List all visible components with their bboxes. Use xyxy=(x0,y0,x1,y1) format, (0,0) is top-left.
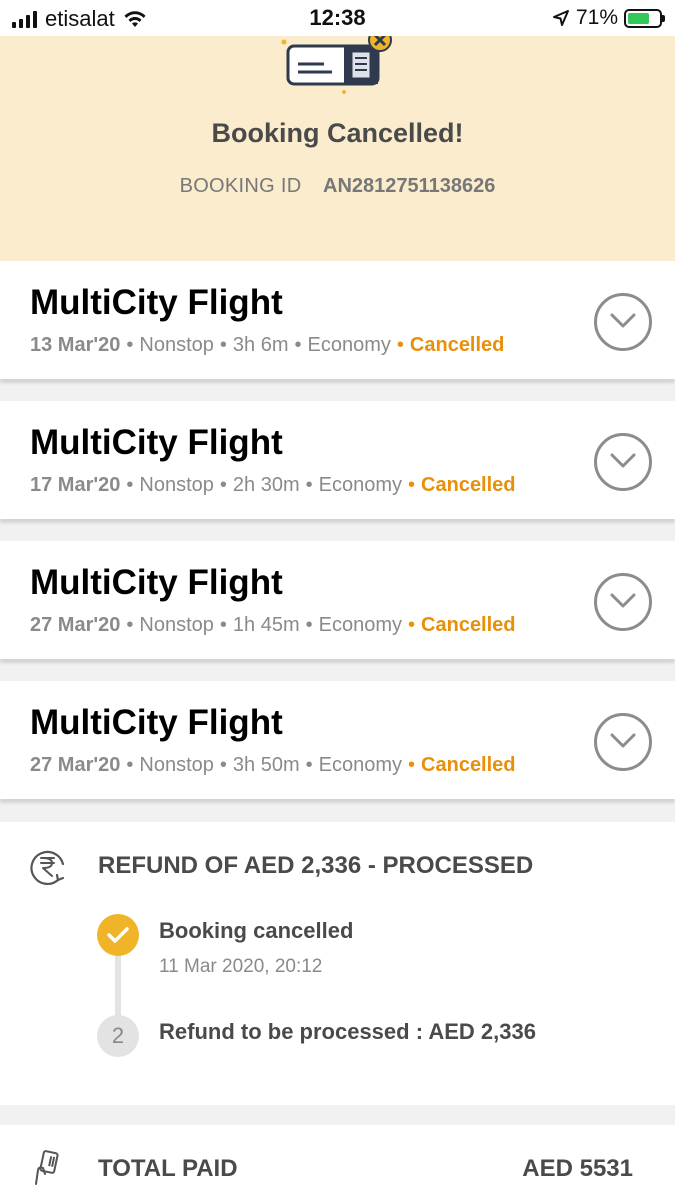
flight-title: MultiCity Flight xyxy=(30,563,283,602)
flight-details: 13 Mar'20 • Nonstop • 3h 6m • Economy • Cancelle… xyxy=(30,334,505,356)
flight-duration: 2h 30m xyxy=(232,474,300,496)
flight-duration: 1h 45m xyxy=(232,614,300,636)
flight-stops: Nonstop xyxy=(139,474,214,496)
refund-title: REFUND OF AED 2,336 - PROCESSED xyxy=(98,852,534,879)
expand-button[interactable] xyxy=(594,433,652,491)
chevron-down-icon xyxy=(610,313,636,328)
flight-details: 27 Mar'20 • Nonstop • 3h 50m • Economy • Cancell… xyxy=(30,754,516,776)
flight-details: 17 Mar'20 • Nonstop • 2h 30m • Economy • Cancell… xyxy=(30,474,516,496)
checkmark-icon xyxy=(107,927,129,943)
refund-section: REFUND OF AED 2,336 - PROCESSED Booking … xyxy=(0,822,675,1105)
expand-button[interactable] xyxy=(594,293,652,351)
step-number-indicator: 2 xyxy=(97,1015,139,1057)
flight-status-badge: Cancelled xyxy=(421,614,516,636)
flight-title: MultiCity Flight xyxy=(30,423,283,462)
expand-button[interactable] xyxy=(594,713,652,771)
flight-cabin: Economy xyxy=(307,334,391,356)
booking-id-label: BOOKING ID xyxy=(179,175,302,197)
total-paid-label: TOTAL PAID xyxy=(98,1155,238,1182)
flight-date: 13 Mar'20 xyxy=(30,334,121,356)
flight-title: MultiCity Flight xyxy=(30,703,283,742)
flight-details: 27 Mar'20 • Nonstop • 1h 45m • Economy • Cancell… xyxy=(30,614,516,636)
flight-card[interactable]: MultiCity Flight 17 Mar'20 • Nonstop • 2h 30… xyxy=(0,401,675,519)
status-bar: etisalat 12:38 71% xyxy=(0,0,675,36)
page-title: Booking Cancelled! xyxy=(211,118,464,148)
battery-percent: 71% xyxy=(575,6,618,29)
booking-id-row: BOOKING ID AN2812751138626 xyxy=(0,175,675,198)
flight-card[interactable]: MultiCity Flight 27 Mar'20 • Nonstop • 3h 50… xyxy=(0,681,675,799)
flight-status-badge: Cancelled xyxy=(421,474,516,496)
location-arrow-icon xyxy=(552,10,569,26)
flight-stops: Nonstop xyxy=(139,754,214,776)
status-right: 71% xyxy=(552,6,665,30)
chevron-down-icon xyxy=(610,453,636,468)
total-paid-row[interactable]: TOTAL PAID AED 5531 xyxy=(0,1125,675,1200)
timeline-connector xyxy=(115,954,121,1024)
flight-duration: 3h 6m xyxy=(232,334,289,356)
flight-cabin: Economy xyxy=(318,754,403,776)
total-paid-value: AED 5531 xyxy=(522,1155,633,1182)
flight-card[interactable]: MultiCity Flight 13 Mar'20 • Nonstop • 3h 6m… xyxy=(0,261,675,379)
step-label: Booking cancelled xyxy=(159,918,354,943)
flight-status-badge: Cancelled xyxy=(421,754,516,776)
flight-cabin: Economy xyxy=(318,474,403,496)
chevron-down-icon xyxy=(610,733,636,748)
flight-date: 17 Mar'20 xyxy=(30,474,121,496)
cancelled-ticket-icon xyxy=(281,36,392,94)
card-payment-icon xyxy=(35,1150,59,1185)
expand-button[interactable] xyxy=(594,573,652,631)
battery-charging-icon xyxy=(624,8,665,28)
step-label: Refund to be processed : AED 2,336 xyxy=(159,1019,536,1044)
step-timestamp: 11 Mar 2020, 20:12 xyxy=(159,956,323,977)
step-complete-indicator xyxy=(97,914,139,956)
flight-date: 27 Mar'20 xyxy=(30,754,121,776)
flight-status-badge: Cancelled xyxy=(409,334,505,356)
booking-status-header: Booking Cancelled! BOOKING ID AN28127511… xyxy=(0,36,675,261)
flight-cabin: Economy xyxy=(318,614,403,636)
chevron-down-icon xyxy=(610,593,636,608)
flight-stops: Nonstop xyxy=(139,614,214,636)
flight-stops: Nonstop xyxy=(139,334,214,356)
flight-card[interactable]: MultiCity Flight 27 Mar'20 • Nonstop • 1h 45… xyxy=(0,541,675,659)
booking-id-value: AN2812751138626 xyxy=(323,175,496,197)
flight-title: MultiCity Flight xyxy=(30,283,283,322)
flight-date: 27 Mar'20 xyxy=(30,614,121,636)
rupee-refund-icon xyxy=(30,850,65,885)
flight-duration: 3h 50m xyxy=(232,754,300,776)
